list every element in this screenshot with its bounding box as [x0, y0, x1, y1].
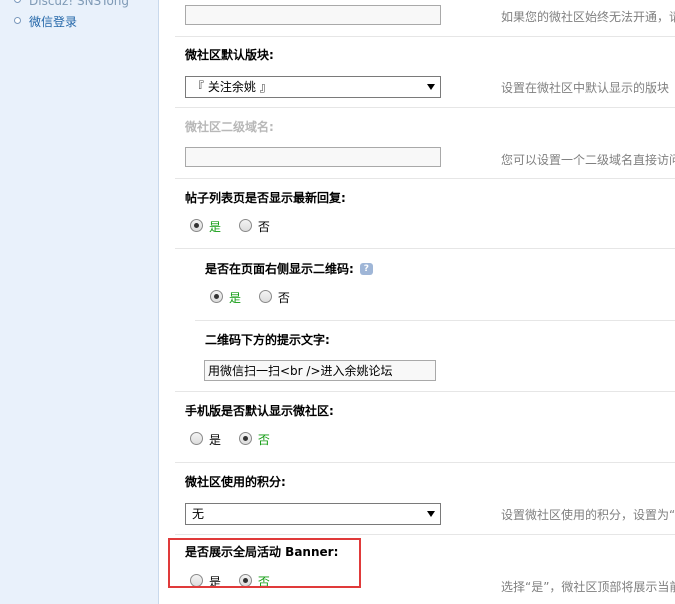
mobile-default-no-option[interactable]: 否 [238, 431, 270, 448]
banner-no-option[interactable]: 否 [238, 573, 270, 590]
bullet-icon [14, 0, 21, 3]
latest-reply-no-label: 否 [257, 220, 270, 234]
divider [175, 107, 675, 108]
divider [195, 320, 675, 321]
latest-reply-yes-label: 是 [209, 220, 222, 234]
question-bubble-icon[interactable]: ? [359, 262, 373, 275]
sidebar-item-label: 微信登录 [29, 15, 78, 29]
latest-reply-yes-option[interactable]: 是 [190, 218, 221, 235]
divider [175, 391, 675, 392]
banner-label: 是否展示全局活动 Banner: [185, 545, 339, 559]
default-board-select[interactable]: 『 关注余姚 』 [185, 76, 441, 98]
chevron-down-icon [427, 511, 435, 517]
show-qrcode-yes-label: 是 [229, 291, 242, 305]
banner-help: 选择“是”，微社区顶部将展示当前 [501, 580, 675, 594]
radio-unchecked-icon[interactable] [190, 432, 203, 445]
divider [175, 248, 675, 249]
show-qrcode-no-option[interactable]: 否 [258, 289, 290, 306]
sidebar-item-label: Discuz! SNSTong [29, 0, 130, 8]
radio-checked-icon[interactable] [238, 574, 252, 587]
subdomain-label: 微社区二级域名: [185, 120, 274, 134]
subdomain-input[interactable] [185, 147, 441, 167]
top-text-input[interactable] [185, 5, 441, 25]
latest-reply-no-option[interactable]: 否 [238, 218, 270, 235]
divider [175, 462, 675, 463]
mobile-default-no-label: 否 [257, 433, 270, 447]
top-help-text: 如果您的微社区始终无法开通，请 [501, 10, 675, 24]
default-board-selected: 『 关注余姚 』 [192, 80, 272, 94]
qrcode-tip-label: 二维码下方的提示文字: [205, 333, 330, 347]
banner-yes-label: 是 [209, 575, 222, 589]
radio-unchecked-icon[interactable] [238, 219, 252, 232]
banner-radio-group: 是 否 [190, 573, 284, 589]
show-qrcode-label-text: 是否在页面右侧显示二维码: [205, 262, 354, 276]
latest-reply-label: 帖子列表页是否显示最新回复: [185, 191, 346, 205]
settings-form: 如果您的微社区始终无法开通，请 微社区默认版块: 『 关注余姚 』 设置在微社区… [159, 0, 675, 604]
show-qrcode-yes-option[interactable]: 是 [210, 289, 241, 306]
show-qrcode-radio-group: 是 否 [210, 289, 304, 305]
credits-select[interactable]: 无 [185, 503, 441, 525]
divider [175, 178, 675, 179]
mobile-default-label: 手机版是否默认显示微社区: [185, 404, 334, 418]
show-qrcode-no-label: 否 [277, 291, 290, 305]
sidebar-item-wechat-login[interactable]: 微信登录 [14, 13, 77, 31]
sidebar: Discuz! SNSTong 微信登录 [0, 0, 159, 604]
default-board-help: 设置在微社区中默认显示的版块 [501, 81, 670, 95]
show-qrcode-label: 是否在页面右侧显示二维码:? [205, 260, 373, 277]
radio-checked-icon[interactable] [238, 432, 252, 445]
sidebar-item-snstong[interactable]: Discuz! SNSTong [14, 0, 129, 10]
divider [175, 36, 675, 37]
banner-yes-option[interactable]: 是 [190, 573, 221, 590]
default-board-label: 微社区默认版块: [185, 48, 274, 62]
banner-no-label: 否 [257, 575, 270, 589]
mobile-default-yes-label: 是 [209, 433, 222, 447]
bullet-icon [14, 17, 21, 24]
radio-unchecked-icon[interactable] [190, 574, 203, 587]
credits-selected: 无 [192, 507, 205, 521]
credits-label: 微社区使用的积分: [185, 475, 286, 489]
mobile-default-radio-group: 是 否 [190, 431, 284, 447]
radio-checked-icon[interactable] [190, 219, 203, 232]
credits-help: 设置微社区使用的积分，设置为“ [501, 508, 675, 522]
chevron-down-icon [427, 84, 435, 90]
subdomain-help: 您可以设置一个二级域名直接访问 [501, 153, 675, 167]
radio-unchecked-icon[interactable] [258, 290, 272, 303]
qrcode-tip-input[interactable] [204, 360, 436, 381]
divider [175, 534, 675, 535]
mobile-default-yes-option[interactable]: 是 [190, 431, 221, 448]
radio-checked-icon[interactable] [210, 290, 223, 303]
latest-reply-radio-group: 是 否 [190, 218, 284, 234]
